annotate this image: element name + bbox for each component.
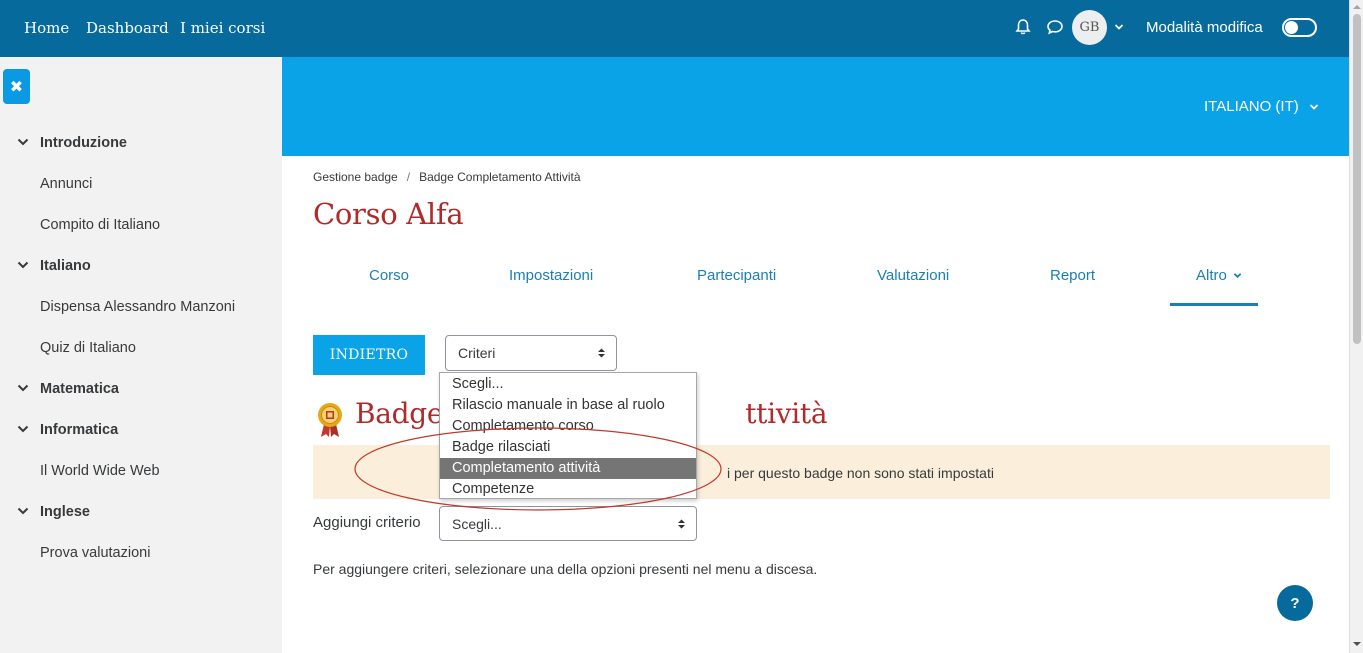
chevron-down-icon: [1309, 104, 1319, 110]
drawer-activity[interactable]: Dispensa Alessandro Manzoni: [0, 286, 282, 327]
vertical-scrollbar[interactable]: [1349, 0, 1363, 653]
add-criterion-hint: Per aggiungere criteri, selezionare una …: [313, 561, 818, 577]
dropdown-option[interactable]: Completamento attività: [440, 458, 696, 479]
drawer-section[interactable]: Matematica: [0, 368, 282, 409]
chevron-down-icon[interactable]: [17, 424, 29, 434]
breadcrumb-separator: /: [406, 170, 411, 184]
tab-impostazioni[interactable]: Impostazioni: [509, 267, 593, 284]
close-drawer-button[interactable]: ✖: [3, 69, 30, 104]
breadcrumb-item[interactable]: Gestione badge: [313, 170, 398, 184]
top-navbar: Home Dashboard I miei corsi GB Modalità …: [0, 0, 1349, 57]
criteria-select[interactable]: Criteri: [445, 335, 617, 371]
drawer-activity[interactable]: Annunci: [0, 163, 282, 204]
add-criterion-label: Aggiungi criterio: [313, 514, 421, 531]
drawer-section[interactable]: Informatica: [0, 409, 282, 450]
chevron-down-icon: [1233, 273, 1242, 279]
toggle-knob: [1285, 21, 1298, 34]
language-label: ITALIANO (IT): [1204, 98, 1299, 115]
tab-altro-label: Altro: [1196, 267, 1227, 284]
tab-partecipanti[interactable]: Partecipanti: [697, 267, 776, 284]
drawer-item-label: Matematica: [40, 380, 119, 397]
scroll-up-arrow-icon[interactable]: [1353, 3, 1361, 11]
drawer-section[interactable]: Inglese: [0, 491, 282, 532]
tab-corso[interactable]: Corso: [369, 267, 409, 284]
drawer-item-label: Informatica: [40, 421, 119, 438]
drawer-item-label: Italiano: [40, 257, 91, 274]
chevron-down-icon[interactable]: [17, 260, 29, 270]
dropdown-option[interactable]: Badge rilasciati: [440, 437, 696, 458]
drawer-item-label: Inglese: [40, 503, 90, 520]
dropdown-option[interactable]: Scegli...: [440, 374, 696, 395]
scroll-down-arrow-icon[interactable]: [1353, 640, 1361, 648]
drawer-activity[interactable]: Compito di Italiano: [0, 204, 282, 245]
add-criterion-dropdown-list[interactable]: Scegli... Rilascio manuale in base al ruo…: [439, 372, 697, 499]
nav-home-link[interactable]: Home: [24, 19, 69, 37]
close-icon: ✖: [9, 78, 24, 96]
select-arrows-icon: [598, 348, 605, 358]
badge-heading-right: ttività: [745, 397, 828, 430]
user-avatar[interactable]: GB: [1072, 10, 1107, 45]
chevron-down-icon[interactable]: [17, 383, 29, 393]
tab-altro[interactable]: Altro: [1196, 267, 1242, 284]
drawer-item-label: Prova valutazioni: [40, 544, 151, 561]
drawer-section[interactable]: Introduzione: [0, 122, 282, 163]
drawer-item-label: Annunci: [40, 175, 93, 192]
drawer-section[interactable]: Italiano: [0, 245, 282, 286]
chat-icon[interactable]: [1046, 18, 1064, 36]
chevron-down-icon[interactable]: [17, 137, 29, 147]
edit-mode-toggle[interactable]: [1282, 18, 1317, 37]
drawer-item-label: Compito di Italiano: [40, 216, 161, 233]
dropdown-option[interactable]: Competenze: [440, 479, 696, 500]
add-criterion-select[interactable]: Scegli...: [439, 506, 697, 541]
help-button[interactable]: ?: [1277, 585, 1313, 621]
chevron-down-icon[interactable]: [1114, 22, 1124, 32]
criteria-select-value: Criteri: [458, 345, 496, 361]
add-criterion-select-value: Scegli...: [452, 515, 502, 532]
nav-my-courses-link[interactable]: I miei corsi: [180, 19, 265, 37]
drawer-activity[interactable]: Quiz di Italiano: [0, 327, 282, 368]
badge-heading-left: Badge: [355, 397, 444, 430]
page-title: Corso Alfa: [313, 197, 464, 231]
tab-valutazioni[interactable]: Valutazioni: [877, 267, 949, 284]
drawer-activity[interactable]: Il World Wide Web: [0, 450, 282, 491]
drawer-item-label: Dispensa Alessandro Manzoni: [40, 298, 236, 315]
language-menu[interactable]: ITALIANO (IT): [1204, 98, 1319, 115]
back-button[interactable]: INDIETRO: [313, 335, 425, 375]
select-arrows-icon: [678, 519, 685, 528]
badge-medal-icon: [318, 403, 342, 437]
active-tab-indicator: [1170, 303, 1258, 306]
dropdown-option[interactable]: Rilascio manuale in base al ruolo: [440, 395, 696, 416]
course-index-drawer: ✖ Introduzione Annunci Compito di Italiano…: [0, 57, 282, 653]
breadcrumb-item[interactable]: Badge Completamento Attività: [419, 170, 580, 184]
bell-icon[interactable]: [1014, 18, 1032, 36]
drawer-item-label: Il World Wide Web: [40, 462, 160, 479]
drawer-activity[interactable]: Prova valutazioni: [0, 532, 282, 573]
dropdown-option[interactable]: Completamento corso: [440, 416, 696, 437]
drawer-item-label: Introduzione: [40, 134, 127, 151]
breadcrumb: Gestione badge / Badge Completamento Attiv…: [313, 170, 581, 184]
scrollbar-thumb[interactable]: [1353, 14, 1361, 344]
chevron-down-icon[interactable]: [17, 506, 29, 516]
nav-dashboard-link[interactable]: Dashboard: [86, 19, 169, 37]
edit-mode-label: Modalità modifica: [1146, 19, 1263, 36]
drawer-item-label: Quiz di Italiano: [40, 339, 136, 356]
alert-text: i per questo badge non sono stati impost…: [727, 465, 994, 481]
page-header-band: ITALIANO (IT): [282, 57, 1349, 156]
main-content: ITALIANO (IT) Gestione badge / Badge Compl…: [282, 57, 1349, 653]
tab-report[interactable]: Report: [1050, 267, 1095, 284]
